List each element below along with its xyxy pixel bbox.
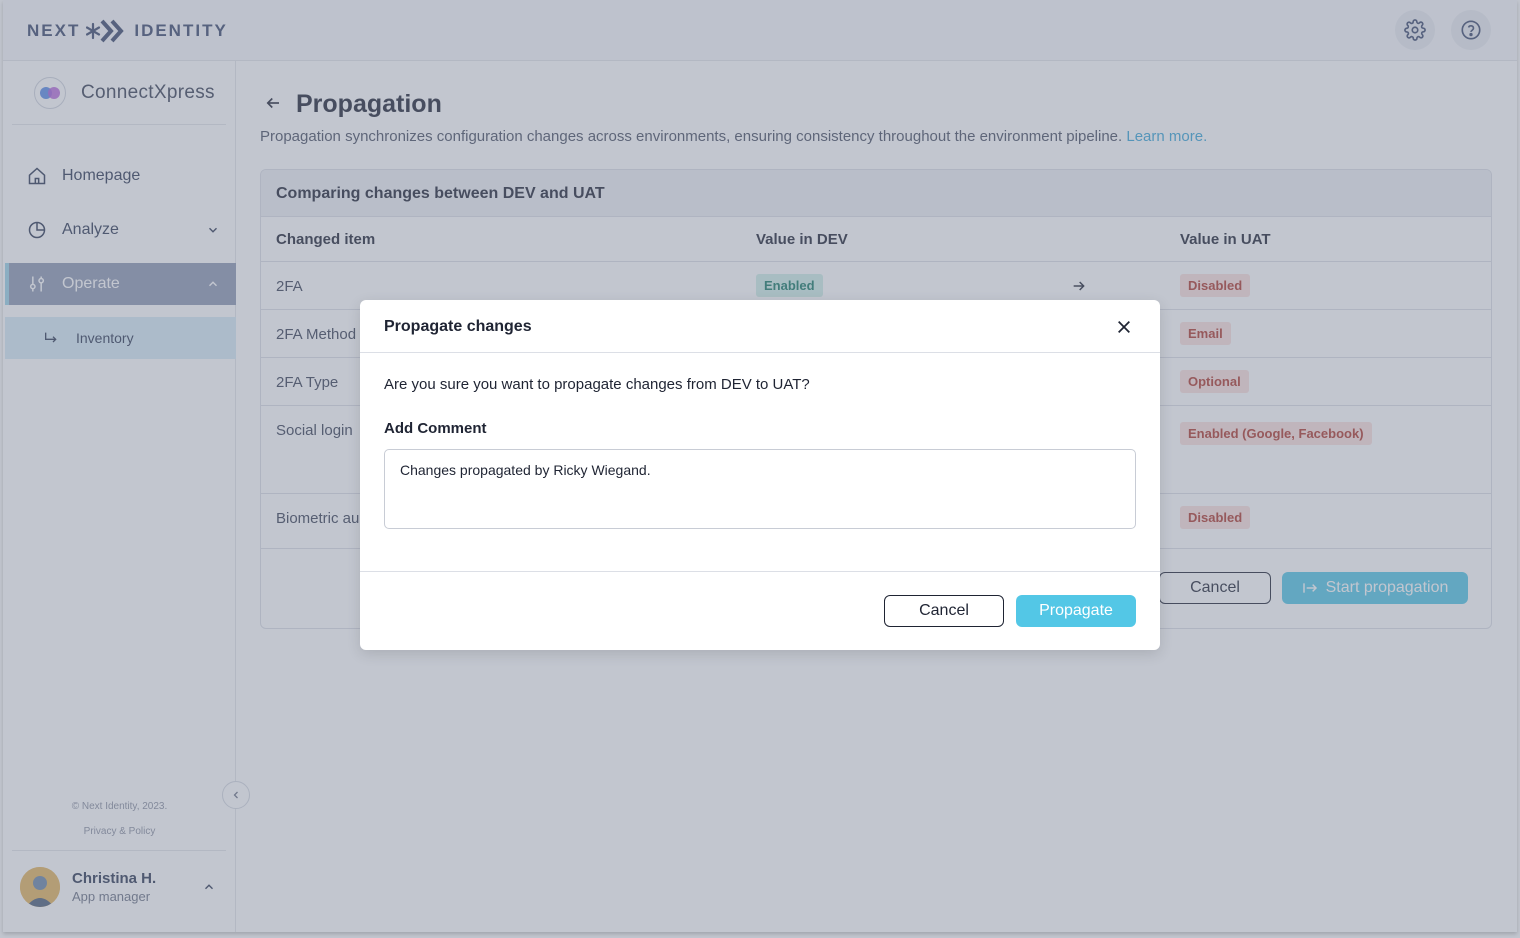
dialog-cancel-button[interactable]: Cancel <box>884 595 1004 627</box>
comment-textarea[interactable]: Changes propagated by Ricky Wiegand. <box>384 449 1136 529</box>
dialog-footer: Cancel Propagate <box>360 571 1160 650</box>
dialog-header: Propagate changes <box>360 300 1160 353</box>
confirmation-question: Are you sure you want to propagate chang… <box>384 376 810 393</box>
close-icon[interactable] <box>1116 319 1132 335</box>
comment-label: Add Comment <box>384 420 487 437</box>
dialog-title: Propagate changes <box>384 318 532 335</box>
propagate-changes-dialog: Propagate changes Are you sure you want … <box>360 300 1160 650</box>
propagate-button[interactable]: Propagate <box>1016 595 1136 627</box>
